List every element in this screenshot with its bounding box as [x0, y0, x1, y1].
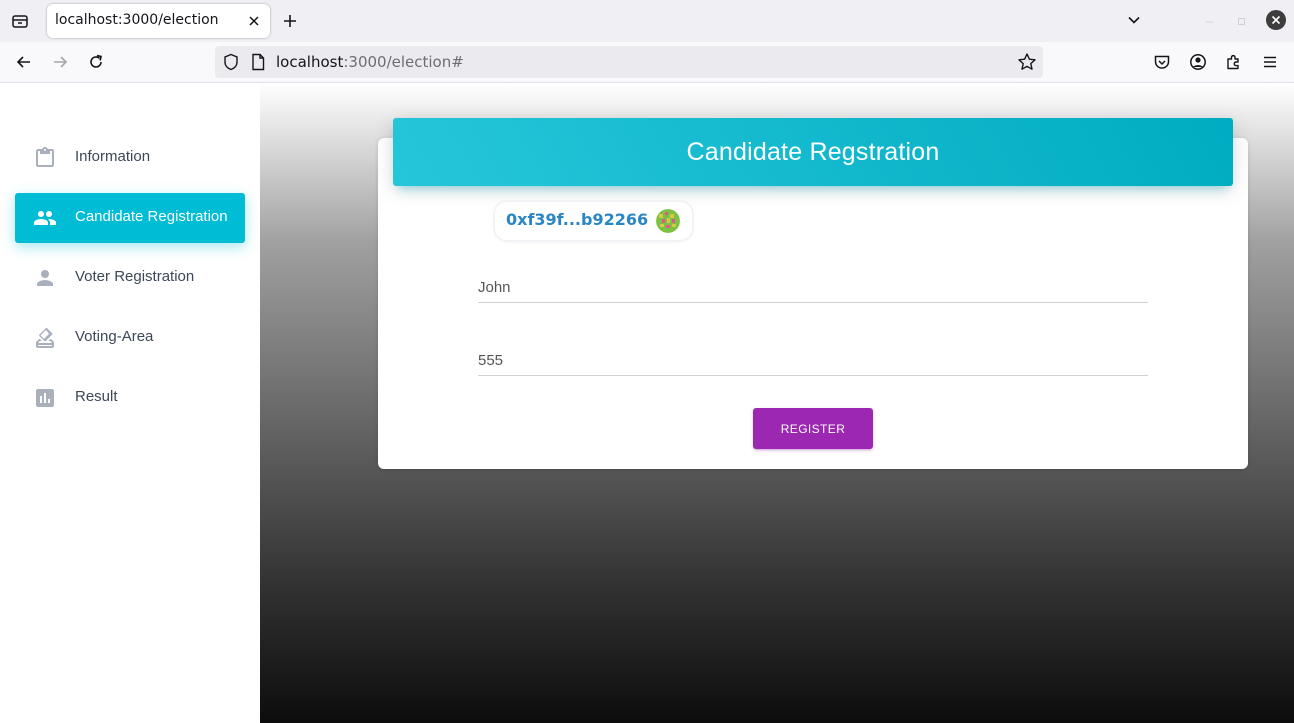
sidebar-item-candidate-registration[interactable]: Candidate Registration [15, 193, 245, 243]
puzzle-icon[interactable] [1222, 50, 1246, 74]
sidebar-item-label: Result [75, 388, 118, 405]
window-close-icon[interactable] [1266, 10, 1286, 30]
sidebar-item-label: Information [75, 148, 151, 165]
sidebar-item-label: Voter Registration [75, 268, 195, 285]
main-panel: Candidate Regstration 0xf39f...b92266 Jo… [260, 83, 1294, 723]
url-host: localhost [276, 53, 344, 71]
wallet-address: 0xf39f...b92266 [506, 210, 649, 229]
page-title: Candidate Regstration [686, 137, 940, 166]
candidate-name-input[interactable] [478, 279, 1148, 296]
reload-icon[interactable] [84, 50, 108, 74]
star-icon[interactable] [1017, 52, 1037, 76]
hamburger-icon[interactable] [1258, 50, 1282, 74]
url-path: :3000/election# [343, 53, 464, 71]
ballot-icon [33, 326, 57, 350]
browser-tab[interactable]: localhost:3000/election [47, 4, 270, 38]
candidate-age-field[interactable] [478, 336, 1148, 376]
plus-icon[interactable] [278, 9, 302, 33]
wallet-account-button[interactable]: 0xf39f...b92266 [495, 202, 692, 240]
candidate-age-input[interactable] [478, 352, 1148, 369]
register-button[interactable]: REGISTER [753, 408, 873, 449]
tab-title: localhost:3000/election [55, 12, 219, 28]
arrow-right-icon[interactable] [48, 50, 72, 74]
url-text[interactable]: localhost:3000/election# [276, 53, 464, 71]
card-header: Candidate Regstration [393, 118, 1233, 186]
arrow-left-icon[interactable] [12, 50, 36, 74]
sidebar-item-label: Voting-Area [75, 328, 154, 345]
maximize-icon[interactable] [1232, 11, 1252, 31]
identicon-avatar [656, 209, 680, 233]
person-icon [33, 266, 57, 290]
pocket-icon[interactable] [1150, 50, 1174, 74]
url-bar[interactable]: localhost:3000/election# [215, 46, 1043, 78]
shield-icon[interactable] [223, 53, 239, 75]
account-icon[interactable] [1186, 50, 1210, 74]
sidebar-item-information[interactable]: Information [15, 133, 245, 183]
close-icon[interactable] [246, 13, 262, 29]
browser-nav-bar: localhost:3000/election# [0, 42, 1294, 83]
people-icon [33, 206, 57, 230]
candidate-name-field[interactable] [478, 263, 1148, 303]
tab-list-icon[interactable] [8, 9, 32, 33]
registration-card: Candidate Regstration 0xf39f...b92266 Jo… [378, 118, 1248, 469]
sidebar-item-voter-registration[interactable]: Voter Registration [15, 253, 245, 303]
sidebar-item-result[interactable]: Result [15, 373, 245, 423]
clipboard-icon [33, 146, 57, 170]
sidebar: Information Candidate Registration Voter… [0, 83, 260, 723]
bar-chart-icon [33, 386, 57, 410]
page-icon [251, 53, 265, 75]
chevron-down-icon[interactable] [1122, 8, 1146, 32]
browser-tab-bar: localhost:3000/election [0, 0, 1294, 42]
sidebar-item-label: Candidate Registration [75, 208, 228, 225]
minimize-icon[interactable] [1200, 11, 1220, 31]
sidebar-item-voting-area[interactable]: Voting-Area [15, 313, 245, 363]
